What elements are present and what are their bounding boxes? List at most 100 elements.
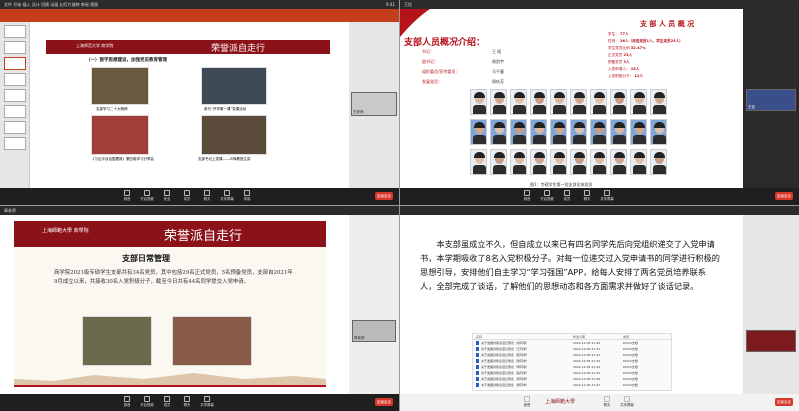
share-icon [204, 396, 210, 402]
doc-body: 本支部虽成立不久，但自成立以来已有四名同学先后向党组织递交了入党申请书，本学期吸… [420, 239, 720, 291]
members-button[interactable]: 成员 [560, 190, 574, 201]
photo-caption: 参与“开学第一课”党课活动 [204, 107, 247, 111]
slide-title-right: 支 部 人 员 概 况 [640, 20, 695, 28]
member-portrait [530, 149, 547, 175]
share-icon [224, 190, 230, 196]
mute-button[interactable]: 静音 [120, 396, 134, 407]
member-portrait [590, 89, 607, 115]
file-list[interactable]: 名称 修改日期 类型 关于发展对象谈话记录表（刘同学） 2022-12-05 21… [472, 333, 672, 391]
slide-thumbnail[interactable] [4, 89, 26, 102]
meeting-grid: 文件 开始 插入 设计 切换 动画 幻灯片放映 审阅 视图 9:41 上海师范大学… [0, 0, 799, 411]
ppt-ribbon[interactable] [0, 9, 399, 22]
slide-thumbnail[interactable] [4, 137, 26, 150]
stat-row: 书记：王 昭 [422, 49, 502, 54]
record-button[interactable]: 录制 [240, 190, 254, 201]
college-logo: 上海师范大学 商学院 [76, 43, 114, 48]
members-button[interactable]: 成员 [160, 396, 174, 407]
mic-icon [124, 190, 130, 196]
member-portrait [630, 149, 647, 175]
people-icon [184, 190, 190, 196]
end-meeting-button[interactable]: 结束会议 [775, 192, 793, 200]
participant-video[interactable]: 王钰 [746, 89, 796, 111]
member-portrait [610, 89, 627, 115]
security-button[interactable]: 安全 [160, 190, 174, 201]
file-row[interactable]: 关于发展对象谈话记录表（吴同学） 2022-12-05 21:47 DOCX文档 [473, 382, 671, 388]
slide-thumbnail-selected[interactable] [4, 57, 26, 70]
window-titlebar: 王钰 [400, 0, 799, 9]
mic-icon [524, 396, 530, 402]
slide-thumbnail-panel[interactable] [0, 22, 30, 188]
chat-button[interactable]: 聊天 [180, 396, 194, 407]
share-screen-button[interactable]: 共享屏幕 [220, 190, 234, 201]
member-portrait [590, 149, 607, 175]
end-meeting-button[interactable]: 结束会议 [775, 398, 793, 406]
people-icon [164, 396, 170, 402]
share-screen-button[interactable]: 共享屏幕 [600, 190, 614, 201]
shield-icon [164, 190, 170, 196]
slide-thumbnail[interactable] [4, 121, 26, 134]
participant-video[interactable]: 王老师 [351, 92, 397, 116]
photo-caption: 《习近平谈治国理政》第四卷学习分享会 [91, 157, 154, 161]
member-portrait [550, 119, 567, 145]
chat-icon [604, 396, 610, 402]
college-logo: 上海師範大學 商學院 [42, 228, 89, 234]
camera-icon [144, 190, 150, 196]
photo-caption: 支部书记上党课——卢辉教授主讲 [198, 157, 251, 161]
photo [91, 115, 149, 155]
slide-header: 上海師範大學 商學院 荣誉派自走行 [14, 221, 326, 247]
doc-file-icon [476, 341, 479, 345]
slide-header-title: 荣誉派自走行 [164, 229, 243, 244]
video-button[interactable]: 开启视频 [140, 396, 154, 407]
window-titlebar: 章老师 [0, 206, 399, 215]
member-portrait [490, 149, 507, 175]
mute-button[interactable]: 静音 [520, 190, 534, 201]
member-portrait [550, 89, 567, 115]
participant-video[interactable]: 章老师 [352, 320, 396, 342]
video-button[interactable]: 开启视频 [540, 190, 554, 201]
stat-row: 副书记： 周凯宇 [422, 59, 504, 64]
video-button[interactable]: 开启视频 [140, 190, 154, 201]
end-meeting-button[interactable]: 结束会议 [375, 398, 393, 406]
slide-thumbnail[interactable] [4, 25, 26, 38]
shared-slide-management: 章老师 上海師範大學 商學院 荣誉派自走行 支部日常管理 商学院2021级专硕学… [0, 206, 399, 411]
stat-row: 入党申请人： 15人 [608, 67, 640, 71]
window-titlebar [400, 206, 799, 215]
file-rows: 关于发展对象谈话记录表（刘同学） 2022-12-05 21:40 DOCX文档 关于… [473, 340, 671, 388]
share-screen-button[interactable]: 共享屏幕 [620, 396, 634, 407]
stat-row: 入党积极分子： 12人 [608, 74, 643, 78]
chat-button[interactable]: 聊天 [600, 396, 614, 407]
mute-button[interactable]: 静音 [120, 190, 134, 201]
member-portrait [570, 89, 587, 115]
slide-thumbnail[interactable] [4, 73, 26, 86]
member-portrait [510, 89, 527, 115]
doc-file-icon [476, 365, 479, 369]
member-portrait [630, 119, 647, 145]
end-meeting-button[interactable]: 结束会议 [375, 192, 393, 200]
member-portrait [470, 149, 487, 175]
share-screen-button[interactable]: 共享屏幕 [200, 396, 214, 407]
member-portrait [470, 119, 487, 145]
slide-canvas[interactable]: 上海师范大学 商学院 荣誉派自走行 （一）狠学思想建设，加强党员教育管理 支部学… [46, 40, 330, 192]
participant-video[interactable] [746, 330, 796, 352]
chat-button[interactable]: 聊天 [580, 190, 594, 201]
doc-file-icon [476, 359, 479, 363]
mute-button[interactable]: 静音 [520, 396, 534, 407]
record-icon [244, 190, 250, 196]
share-icon [624, 396, 630, 402]
doc-file-icon [476, 347, 479, 351]
stat-row: 组织委员/宣传委员： 马千童 [422, 69, 504, 74]
meeting-toolbar: 静音 开启视频 成员 聊天 共享屏幕 结束会议 [400, 188, 799, 205]
slide-thumbnail[interactable] [4, 105, 26, 118]
slide-title-left: 支部人员概况介绍： [404, 38, 486, 48]
slide-thumbnail[interactable] [4, 41, 26, 54]
chat-button[interactable]: 聊天 [200, 190, 214, 201]
member-portrait [650, 119, 667, 145]
members-button[interactable]: 成员 [180, 190, 194, 201]
camera-icon [544, 190, 550, 196]
stat-row: 学生： 77人 [608, 32, 629, 36]
footer-logo: 上海師範大學 [545, 399, 576, 405]
share-icon [604, 190, 610, 196]
member-portrait [610, 149, 627, 175]
member-portrait [630, 89, 647, 115]
member-portrait [510, 149, 527, 175]
